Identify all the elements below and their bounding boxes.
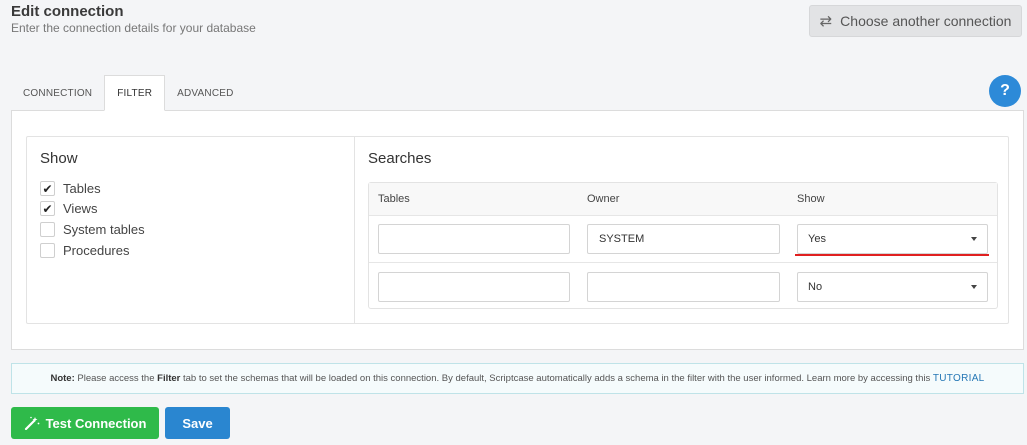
tutorial-link[interactable]: TUTORIAL	[933, 373, 985, 384]
filter-card: Show ✔ Tables ✔ Views System tables Proc…	[26, 136, 1009, 324]
note-label: Note:	[50, 373, 75, 384]
caret-down-icon	[971, 237, 977, 241]
tables-checkbox[interactable]: ✔	[40, 181, 55, 196]
page-subtitle: Enter the connection details for your da…	[11, 21, 256, 35]
show-select-value: No	[808, 281, 823, 293]
searches-title: Searches	[368, 150, 432, 167]
table-header: Tables Owner Show	[369, 183, 997, 216]
searches-table: Tables Owner Show SYSTEM Yes No	[368, 182, 998, 309]
checkbox-label-procedures: Procedures	[63, 243, 130, 258]
page-title: Edit connection	[11, 3, 124, 20]
test-connection-label: Test Connection	[45, 415, 147, 431]
tab-advanced[interactable]: ADVANCED	[165, 75, 245, 111]
show-select-value: Yes	[808, 233, 826, 245]
choose-another-connection-button[interactable]: ⇄ Choose another connection	[809, 5, 1022, 37]
column-header-show: Show	[797, 193, 825, 205]
system-tables-checkbox[interactable]	[40, 222, 55, 237]
magic-wand-icon	[24, 416, 39, 430]
table-row: No	[369, 264, 997, 311]
tab-filter[interactable]: FILTER	[104, 75, 166, 111]
filter-panel: Show ✔ Tables ✔ Views System tables Proc…	[11, 110, 1024, 350]
choose-another-connection-label: Choose another connection	[840, 13, 1012, 29]
show-select[interactable]: No	[797, 272, 988, 302]
help-button[interactable]: ?	[989, 75, 1021, 107]
save-button[interactable]: Save	[165, 407, 230, 439]
checkbox-label-views: Views	[63, 201, 98, 216]
owner-input[interactable]: SYSTEM	[587, 224, 780, 254]
test-connection-button[interactable]: Test Connection	[11, 407, 159, 439]
tab-connection[interactable]: CONNECTION	[11, 75, 104, 111]
tables-input[interactable]	[378, 272, 570, 302]
tables-input[interactable]	[378, 224, 570, 254]
procedures-checkbox[interactable]	[40, 243, 55, 258]
tab-bar: CONNECTION FILTER ADVANCED	[11, 75, 246, 111]
note-banner: Note: Please access the Filter tab to se…	[11, 363, 1024, 394]
column-header-owner: Owner	[587, 193, 620, 205]
checkbox-label-system-tables: System tables	[63, 222, 145, 237]
note-filter-word: Filter	[157, 373, 181, 384]
highlight-underline	[795, 254, 989, 256]
note-text-after: tab to set the schemas that will be load…	[180, 373, 933, 384]
checkbox-row-procedures[interactable]: Procedures	[40, 243, 129, 258]
checkbox-row-system-tables[interactable]: System tables	[40, 222, 145, 237]
arrows-swap-icon: ⇄	[819, 13, 833, 30]
note-text-before: Please access the	[74, 373, 158, 384]
checkbox-row-views[interactable]: ✔ Views	[40, 201, 97, 216]
checkbox-row-tables[interactable]: ✔ Tables	[40, 181, 101, 196]
save-label: Save	[182, 415, 213, 431]
checkbox-label-tables: Tables	[63, 181, 101, 196]
caret-down-icon	[971, 285, 977, 289]
show-select[interactable]: Yes	[797, 224, 988, 254]
column-header-tables: Tables	[378, 193, 410, 205]
show-section: Show ✔ Tables ✔ Views System tables Proc…	[27, 137, 355, 323]
question-icon: ?	[1000, 82, 1010, 99]
views-checkbox[interactable]: ✔	[40, 201, 55, 216]
show-title: Show	[40, 150, 78, 167]
owner-input[interactable]	[587, 272, 780, 302]
